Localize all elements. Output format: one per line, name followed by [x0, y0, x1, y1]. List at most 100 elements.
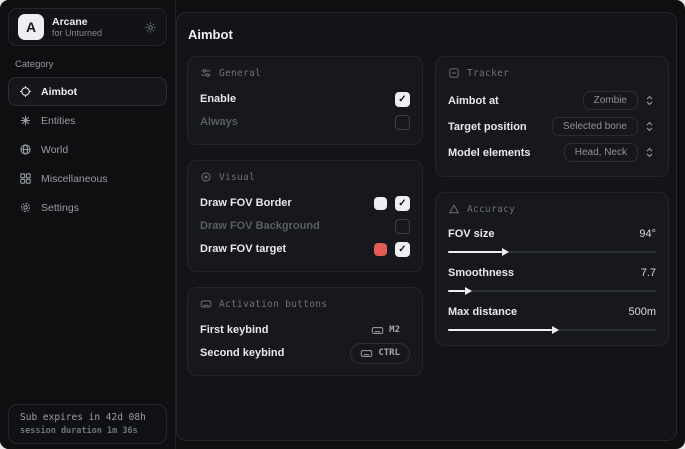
content-columns: General Enable ✓ Always ✓ — [187, 56, 666, 376]
row-label: FOV size — [448, 228, 494, 240]
sidebar-item-aimbot[interactable]: Aimbot — [8, 77, 167, 106]
session-duration-text: session duration 1m 36s — [20, 426, 155, 436]
sidebar-item-settings[interactable]: Settings — [8, 193, 167, 222]
app-window: A Arcane for Unturned Category A — [0, 0, 685, 449]
always-checkbox[interactable]: ✓ — [395, 115, 410, 130]
accuracy-card-title: Accuracy — [448, 203, 656, 215]
tracker-card: Tracker Aimbot at Zombie — [435, 56, 669, 177]
slider-value: 94° — [639, 228, 656, 240]
row-label: Always — [200, 116, 238, 128]
target-position-dropdown[interactable]: Selected bone — [552, 117, 638, 136]
fov-target-color-swatch[interactable] — [374, 243, 387, 256]
crosshair-icon — [19, 85, 32, 98]
dropdown-row-aimbot-at: Aimbot at Zombie — [448, 88, 656, 113]
sliders-icon — [200, 67, 212, 79]
brand-logo: A — [18, 14, 44, 40]
slider-row-fov-size: FOV size 94° — [448, 224, 656, 253]
sidebar-item-label: Settings — [41, 202, 79, 214]
keybind-value: CTRL — [378, 348, 400, 358]
sidebar-item-world[interactable]: World — [8, 135, 167, 164]
visual-card-title: Visual — [200, 171, 410, 183]
row-label: Target position — [448, 121, 527, 133]
row-label: Aimbot at — [448, 95, 499, 107]
sidebar-item-label: Entities — [41, 115, 75, 127]
enable-checkbox[interactable]: ✓ — [395, 92, 410, 107]
max-distance-slider[interactable] — [448, 329, 656, 331]
first-keybind-button[interactable]: M2 — [361, 320, 410, 341]
category-label: Category — [15, 59, 175, 70]
brand-title: Arcane — [52, 16, 102, 28]
accuracy-card: Accuracy FOV size 94° Smoothness — [435, 192, 669, 346]
row-label: First keybind — [200, 324, 268, 336]
aimbot-at-dropdown[interactable]: Zombie — [583, 91, 638, 110]
visual-card: Visual Draw FOV Border ✓ Draw FOV Backgr… — [187, 160, 423, 272]
triangle-icon — [448, 203, 460, 215]
chevron-updown-icon[interactable] — [643, 146, 656, 159]
dropdown-row-target-position: Target position Selected bone — [448, 114, 656, 139]
settings-gear-icon — [19, 201, 32, 214]
slider-fill[interactable] — [448, 290, 465, 292]
subscription-info-card: Sub expires in 42d 08h session duration … — [8, 404, 167, 444]
keybind-row-first: First keybind M2 — [200, 319, 410, 341]
row-label: Draw FOV Border — [200, 197, 292, 209]
chevron-updown-icon[interactable] — [643, 120, 656, 133]
sidebar-item-label: Miscellaneous — [41, 173, 108, 185]
smoothness-slider[interactable] — [448, 290, 656, 292]
row-label: Max distance — [448, 306, 517, 318]
page-title: Aimbot — [188, 27, 666, 42]
general-card-title: General — [200, 67, 410, 79]
globe-icon — [19, 143, 32, 156]
sidebar-item-label: Aimbot — [41, 86, 77, 98]
fov-border-checkbox[interactable]: ✓ — [395, 196, 410, 211]
sidebar-item-miscellaneous[interactable]: Miscellaneous — [8, 164, 167, 193]
fov-size-slider[interactable] — [448, 251, 656, 253]
keybind-row-second: Second keybind CTRL — [200, 342, 410, 364]
row-label: Enable — [200, 93, 236, 105]
row-label: Draw FOV Background — [200, 220, 320, 232]
card-title-label: Visual — [219, 172, 255, 183]
scan-minus-icon — [448, 67, 460, 79]
sidebar-item-label: World — [41, 144, 68, 156]
main-panel: Aimbot General — [176, 12, 677, 441]
row-label: Second keybind — [200, 347, 284, 359]
row-label: Model elements — [448, 147, 531, 159]
chevron-updown-icon[interactable] — [643, 94, 656, 107]
grid-icon — [19, 172, 32, 185]
toggle-row-always: Always ✓ — [200, 111, 410, 133]
activation-card-title: Activation buttons — [200, 298, 410, 310]
slider-fill[interactable] — [448, 251, 502, 253]
left-column: General Enable ✓ Always ✓ — [187, 56, 423, 376]
toggle-row-enable: Enable ✓ — [200, 88, 410, 110]
second-keybind-button[interactable]: CTRL — [350, 343, 410, 364]
brand-card: A Arcane for Unturned — [8, 8, 167, 46]
toggle-row-fov-border: Draw FOV Border ✓ — [200, 192, 410, 214]
card-title-label: Tracker — [467, 68, 509, 79]
gear-icon[interactable] — [144, 21, 157, 34]
keyboard-icon — [200, 298, 212, 310]
entities-icon — [19, 114, 32, 127]
sub-expiry-text: Sub expires in 42d 08h — [20, 412, 155, 423]
general-card: General Enable ✓ Always ✓ — [187, 56, 423, 145]
keyboard-icon — [371, 324, 384, 337]
card-title-label: General — [219, 68, 261, 79]
tracker-card-title: Tracker — [448, 67, 656, 79]
model-elements-dropdown[interactable]: Head, Neck — [564, 143, 638, 162]
fov-target-checkbox[interactable]: ✓ — [395, 242, 410, 257]
sidebar: A Arcane for Unturned Category A — [0, 0, 176, 449]
slider-value: 7.7 — [641, 267, 656, 279]
row-label: Smoothness — [448, 267, 514, 279]
aperture-icon — [200, 171, 212, 183]
sidebar-item-entities[interactable]: Entities — [8, 106, 167, 135]
brand-subtitle: for Unturned — [52, 28, 102, 38]
keybind-value: M2 — [389, 325, 400, 335]
keyboard-icon — [360, 347, 373, 360]
slider-row-max-distance: Max distance 500m — [448, 302, 656, 331]
fov-background-checkbox[interactable]: ✓ — [395, 219, 410, 234]
slider-value: 500m — [628, 306, 656, 318]
toggle-row-fov-background: Draw FOV Background ✓ — [200, 215, 410, 237]
fov-border-color-swatch[interactable] — [374, 197, 387, 210]
slider-fill[interactable] — [448, 329, 552, 331]
dropdown-row-model-elements: Model elements Head, Neck — [448, 140, 656, 165]
brand-text: Arcane for Unturned — [52, 16, 102, 38]
activation-card: Activation buttons First keybind M2 — [187, 287, 423, 376]
